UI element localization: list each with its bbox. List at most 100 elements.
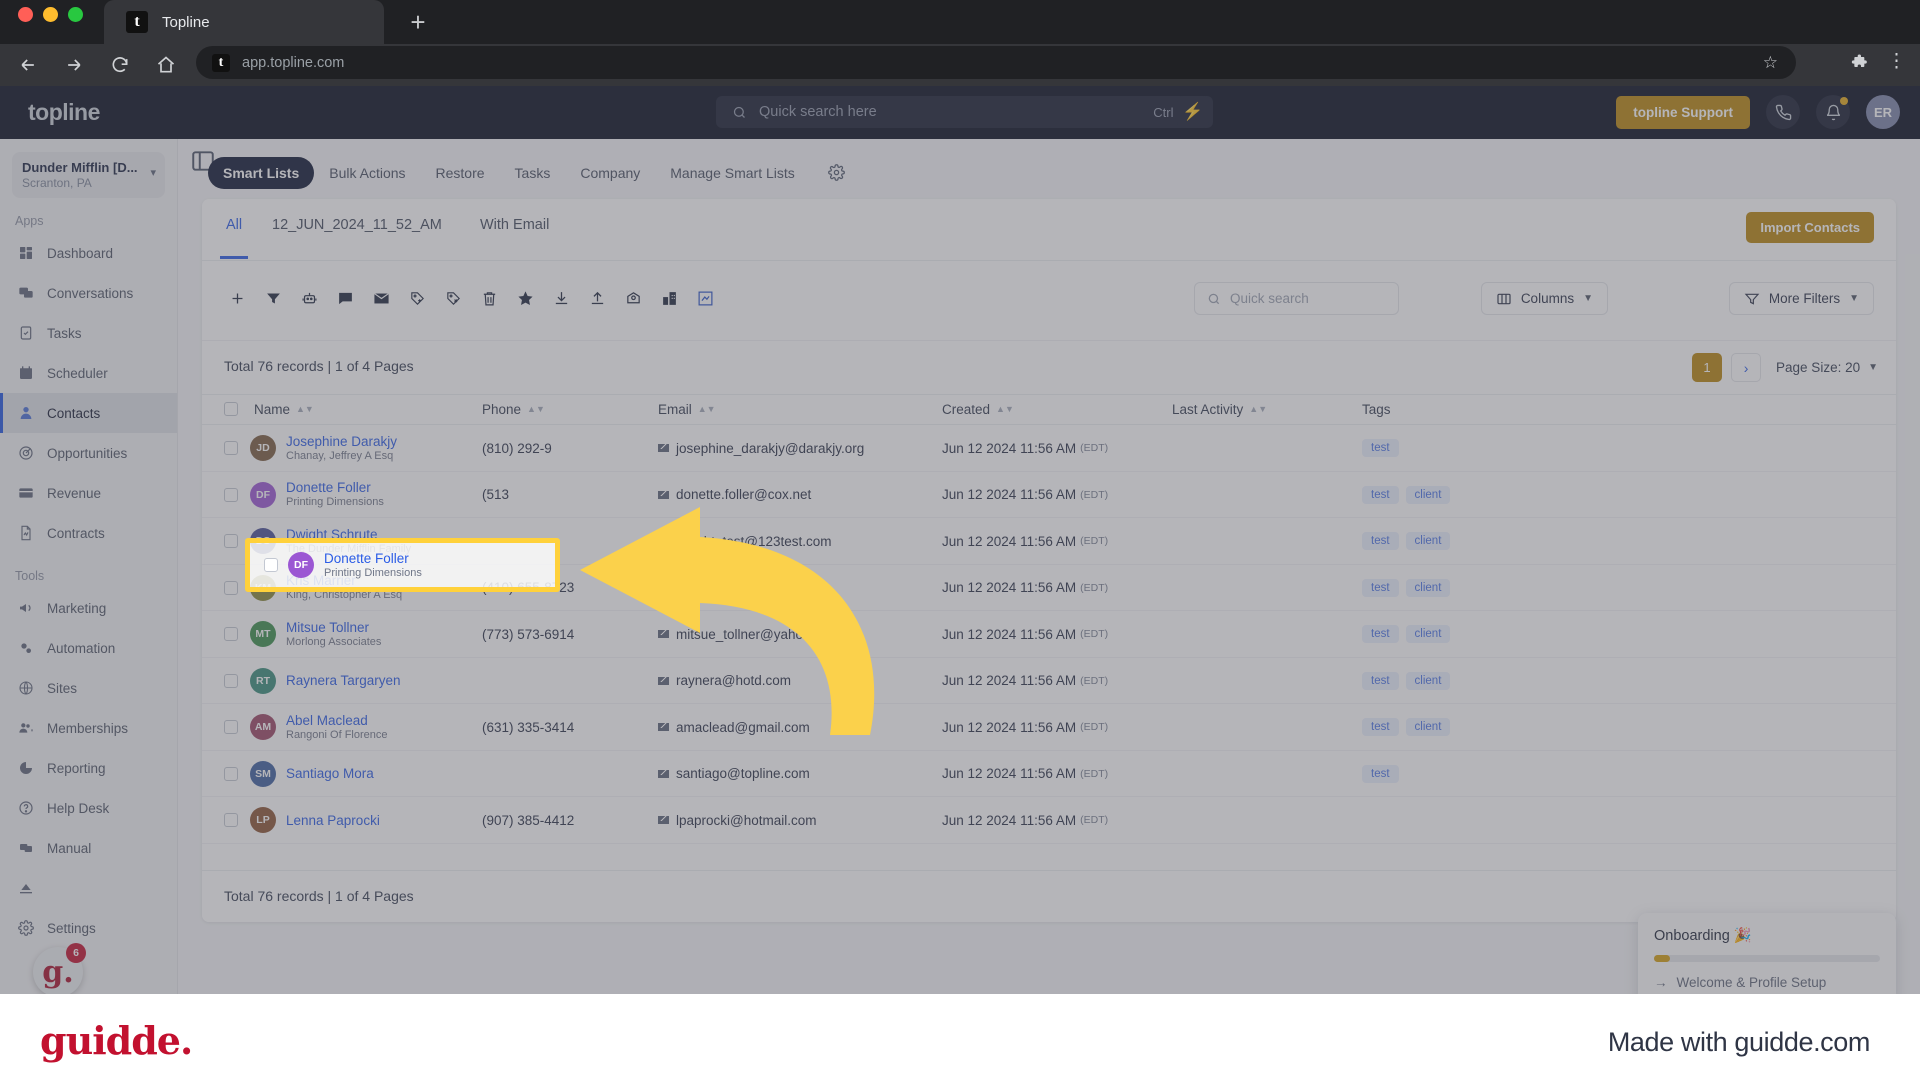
filter-icon[interactable] bbox=[258, 283, 289, 314]
sidebar-item-settings[interactable]: Settings bbox=[0, 908, 177, 948]
row-checkbox-cell[interactable] bbox=[224, 565, 238, 612]
table-row[interactable]: DF Donette Foller Printing Dimensions (513 d… bbox=[202, 472, 1896, 519]
table-row[interactable]: AM Abel Maclead Rangoni Of Florence (631) 3… bbox=[202, 704, 1896, 751]
row-name-cell[interactable]: SM Santiago Mora bbox=[250, 751, 374, 798]
sidebar-item-revenue[interactable]: Revenue bbox=[0, 473, 177, 513]
subtab-saved-list[interactable]: 12_JUN_2024_11_52_AM bbox=[272, 217, 442, 233]
table-row[interactable]: JD Josephine Darakjy Chanay, Jeffrey A Esq… bbox=[202, 425, 1896, 472]
onboarding-popup[interactable]: Onboarding 🎉 → Welcome & Profile Setup bbox=[1638, 913, 1896, 1004]
sidebar-item-dashboard[interactable]: Dashboard bbox=[0, 233, 177, 273]
tag-chip[interactable]: test bbox=[1362, 625, 1399, 644]
org-switcher[interactable]: Dunder Mifflin [D... Scranton, PA ▾ bbox=[12, 152, 165, 198]
tag-chip[interactable]: test bbox=[1362, 718, 1399, 737]
phone-button[interactable] bbox=[1766, 95, 1800, 129]
contact-name[interactable]: Abel Maclead bbox=[286, 713, 388, 728]
tag-chip[interactable]: client bbox=[1405, 718, 1451, 737]
table-quick-search-input[interactable]: Quick search bbox=[1194, 282, 1399, 315]
subtab-with-email[interactable]: With Email bbox=[480, 217, 549, 233]
sidebar-item-help-desk[interactable]: Help Desk bbox=[0, 788, 177, 828]
contact-name[interactable]: Donette Foller bbox=[286, 480, 384, 495]
select-all-checkbox[interactable] bbox=[224, 402, 238, 416]
sidebar-item-opportunities[interactable]: Opportunities bbox=[0, 433, 177, 473]
sidebar-item-automation[interactable]: Automation bbox=[0, 628, 177, 668]
tag-chip[interactable]: client bbox=[1405, 578, 1451, 597]
sidebar-item-reporting[interactable]: Reporting bbox=[0, 748, 177, 788]
tab-bulk-actions[interactable]: Bulk Actions bbox=[314, 157, 420, 189]
tag-add-icon[interactable] bbox=[402, 283, 433, 314]
new-tab-button[interactable]: + bbox=[404, 9, 432, 37]
row-checkbox-cell[interactable] bbox=[224, 797, 238, 844]
upload-icon[interactable] bbox=[582, 283, 613, 314]
quick-actions-button[interactable]: ⚡ bbox=[1177, 96, 1209, 128]
sidebar-item-tasks[interactable]: Tasks bbox=[0, 313, 177, 353]
sidebar-item-marketing[interactable]: Marketing bbox=[0, 588, 177, 628]
email-icon[interactable] bbox=[366, 283, 397, 314]
tag-chip[interactable]: test bbox=[1362, 532, 1399, 551]
row-name-cell[interactable]: RT Raynera Targaryen bbox=[250, 658, 401, 705]
column-header-phone[interactable]: Phone ▲▼ bbox=[482, 402, 545, 417]
table-row[interactable]: LP Lenna Paprocki (907) 385-4412 lpaprocki@… bbox=[202, 797, 1896, 844]
page-size-selector[interactable]: Page Size: 20 ▼ bbox=[1776, 360, 1878, 375]
sidebar-item-manual[interactable]: Manual bbox=[0, 828, 177, 868]
contact-email[interactable]: lpaprocki@hotmail.com bbox=[676, 813, 817, 828]
notifications-button[interactable] bbox=[1816, 95, 1850, 129]
row-checkbox-cell[interactable] bbox=[224, 751, 238, 798]
forward-icon[interactable] bbox=[56, 47, 92, 83]
row-checkbox-cell[interactable] bbox=[224, 518, 238, 565]
guidde-badge[interactable]: g. 6 bbox=[33, 943, 86, 997]
sidebar-item-memberships[interactable]: Memberships bbox=[0, 708, 177, 748]
home-icon[interactable] bbox=[148, 47, 184, 83]
tab-smart-lists[interactable]: Smart Lists bbox=[208, 156, 315, 189]
row-checkbox[interactable] bbox=[224, 441, 238, 456]
reload-icon[interactable] bbox=[102, 47, 138, 83]
tab-restore[interactable]: Restore bbox=[421, 157, 500, 189]
bot-icon[interactable] bbox=[294, 283, 325, 314]
row-checkbox[interactable] bbox=[224, 580, 238, 595]
row-checkbox[interactable] bbox=[224, 766, 238, 781]
tag-chip[interactable]: client bbox=[1405, 485, 1451, 504]
tag-chip[interactable]: client bbox=[1405, 625, 1451, 644]
contact-name[interactable]: Lenna Paprocki bbox=[286, 813, 380, 828]
subtab-all[interactable]: All bbox=[219, 217, 249, 259]
row-checkbox-cell[interactable] bbox=[224, 658, 238, 705]
tag-chip[interactable]: client bbox=[1405, 671, 1451, 690]
contact-name[interactable]: Raynera Targaryen bbox=[286, 673, 401, 688]
row-name-cell[interactable]: MT Mitsue Tollner Morlong Associates bbox=[250, 611, 381, 658]
row-name-cell[interactable]: LP Lenna Paprocki bbox=[250, 797, 380, 844]
smart-list-settings-icon[interactable] bbox=[827, 164, 845, 181]
sidebar-item-contacts[interactable]: Contacts bbox=[0, 393, 177, 433]
extensions-puzzle-icon[interactable] bbox=[1851, 52, 1871, 72]
global-search-input[interactable]: Quick search here Ctrl + K bbox=[716, 96, 1213, 128]
onboarding-step[interactable]: → Welcome & Profile Setup bbox=[1654, 975, 1880, 990]
import-contacts-button[interactable]: Import Contacts bbox=[1746, 212, 1874, 243]
row-checkbox[interactable] bbox=[224, 487, 238, 502]
user-avatar[interactable]: ER bbox=[1866, 95, 1900, 129]
contact-email[interactable]: josephine_darakjy@darakjy.org bbox=[676, 441, 864, 456]
tag-chip[interactable]: test bbox=[1362, 439, 1399, 458]
bookmark-star-icon[interactable]: ☆ bbox=[1763, 53, 1778, 73]
row-checkbox[interactable] bbox=[264, 558, 278, 572]
tag-chip[interactable]: test bbox=[1362, 764, 1399, 783]
star-icon[interactable] bbox=[510, 283, 541, 314]
topline-support-button[interactable]: topline Support bbox=[1616, 95, 1750, 129]
row-checkbox[interactable] bbox=[224, 673, 238, 688]
tab-company[interactable]: Company bbox=[565, 157, 655, 189]
add-icon[interactable] bbox=[222, 283, 253, 314]
row-checkbox[interactable] bbox=[224, 813, 238, 828]
browser-tab[interactable]: t Topline bbox=[104, 0, 384, 44]
page-1-button[interactable]: 1 bbox=[1692, 353, 1723, 382]
tab-tasks[interactable]: Tasks bbox=[500, 157, 566, 189]
back-icon[interactable] bbox=[10, 47, 46, 83]
table-row[interactable]: MT Mitsue Tollner Morlong Associates (773) … bbox=[202, 611, 1896, 658]
merge-icon[interactable] bbox=[690, 283, 721, 314]
highlighted-contact-row[interactable]: DF Donette Foller Printing Dimensions bbox=[252, 545, 553, 585]
row-checkbox-cell[interactable] bbox=[224, 472, 238, 519]
company-icon[interactable] bbox=[654, 283, 685, 314]
row-name-cell[interactable]: DF Donette Foller Printing Dimensions bbox=[250, 472, 384, 519]
tag-chip[interactable]: test bbox=[1362, 671, 1399, 690]
row-checkbox-cell[interactable] bbox=[224, 425, 238, 472]
message-icon[interactable] bbox=[330, 283, 361, 314]
maximize-window-button[interactable] bbox=[68, 7, 83, 22]
contact-name[interactable]: Josephine Darakjy bbox=[286, 434, 397, 449]
minimize-window-button[interactable] bbox=[43, 7, 58, 22]
